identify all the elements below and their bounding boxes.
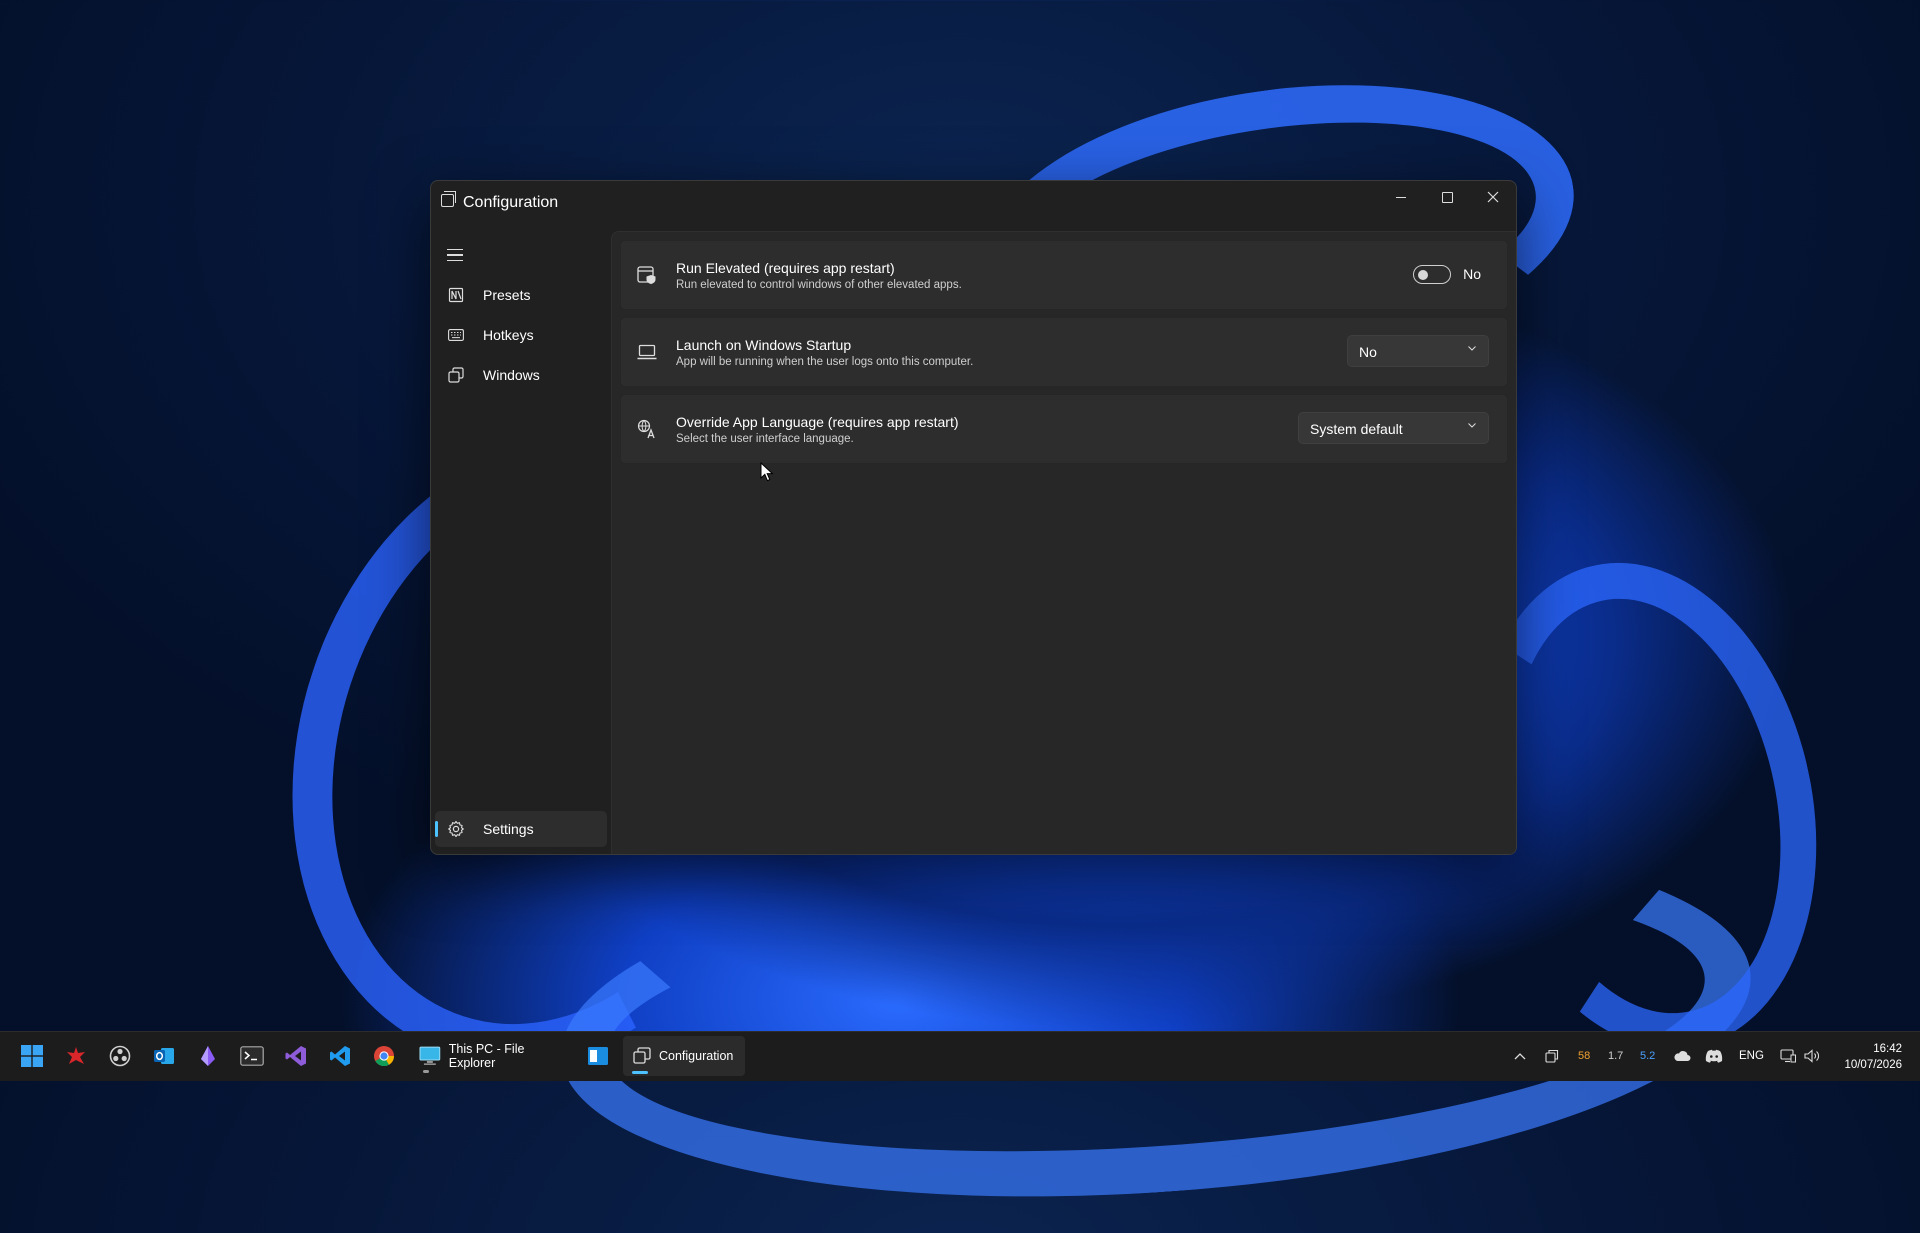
taskbar-configuration[interactable]: Configuration <box>623 1036 745 1076</box>
network-icon[interactable] <box>1776 1041 1800 1071</box>
sidebar-item-hotkeys[interactable]: Hotkeys <box>435 317 607 353</box>
app-blue-window-icon[interactable] <box>583 1041 613 1071</box>
maximize-icon <box>1441 191 1453 203</box>
app-red-icon[interactable] <box>61 1041 91 1071</box>
start-button[interactable] <box>17 1041 47 1071</box>
minimize-icon <box>1396 196 1406 198</box>
app-window-icon <box>441 191 456 207</box>
setting-description: Run elevated to control windows of other… <box>676 279 962 291</box>
taskbar-clock[interactable]: 16:42 10/07/2026 <box>1844 1041 1902 1073</box>
dropdown-value: No <box>1359 344 1377 360</box>
window-title: Configuration <box>463 194 559 211</box>
setting-description: App will be running when the user logs o… <box>676 356 974 368</box>
setting-title: Run Elevated (requires app restart) <box>676 260 895 276</box>
shield-window-icon <box>637 265 657 285</box>
show-hidden-icons-button[interactable] <box>1508 1041 1532 1071</box>
chevron-up-icon <box>1514 1053 1526 1060</box>
wallpaper-swirl <box>549 798 1763 1233</box>
volume-icon[interactable] <box>1800 1041 1824 1071</box>
windows-logo-icon <box>21 1045 43 1067</box>
language-dropdown[interactable]: System default <box>1298 412 1489 444</box>
hamburger-menu-icon[interactable] <box>447 249 463 262</box>
navigation-pane: Presets Hotkeys Windows Settings <box>431 231 611 854</box>
terminal-icon[interactable] <box>237 1041 267 1071</box>
language-icon <box>637 419 657 439</box>
taskbar: This PC - File Explorer Configuration 58… <box>0 1031 1920 1081</box>
run-elevated-toggle[interactable] <box>1413 265 1451 284</box>
visual-studio-icon[interactable] <box>281 1041 311 1071</box>
chevron-down-icon <box>1468 346 1476 351</box>
setting-card-override-language: Override App Language (requires app rest… <box>620 394 1508 464</box>
setting-title: Override App Language (requires app rest… <box>676 414 959 430</box>
outlook-icon[interactable] <box>149 1041 179 1071</box>
keyboard-icon <box>447 326 465 344</box>
input-language-indicator[interactable]: ENG <box>1739 1050 1764 1062</box>
maximize-button[interactable] <box>1424 181 1470 213</box>
tray-stat-gpu[interactable]: 5.2 <box>1640 1050 1655 1062</box>
taskbar-app-label: Configuration <box>659 1049 734 1063</box>
tray-stat-cpu[interactable]: 58 <box>1578 1050 1590 1062</box>
sidebar-item-label: Windows <box>483 367 540 383</box>
chrome-icon[interactable] <box>369 1041 399 1071</box>
this-pc-icon <box>419 1046 441 1065</box>
taskbar-file-explorer[interactable]: This PC - File Explorer <box>413 1036 573 1076</box>
configuration-app-icon <box>633 1047 651 1064</box>
mouse-cursor-icon <box>760 462 774 482</box>
taskbar-app-label: This PC - File Explorer <box>448 1042 525 1070</box>
dropdown-value: System default <box>1310 421 1403 437</box>
vscode-icon[interactable] <box>325 1041 355 1071</box>
obs-icon[interactable] <box>105 1041 135 1071</box>
setting-title: Launch on Windows Startup <box>676 337 852 353</box>
sidebar-item-presets[interactable]: Presets <box>435 277 607 313</box>
close-button[interactable] <box>1470 181 1516 213</box>
settings-page: Run Elevated (requires app restart) Run … <box>611 231 1516 854</box>
sidebar-item-label: Settings <box>483 821 534 837</box>
sidebar-item-windows[interactable]: Windows <box>435 357 607 393</box>
setting-card-run-elevated: Run Elevated (requires app restart) Run … <box>620 240 1508 310</box>
launch-on-startup-dropdown[interactable]: No <box>1347 335 1489 367</box>
discord-icon[interactable] <box>1702 1041 1726 1071</box>
toggle-state-label: No <box>1463 266 1481 282</box>
windows-stack-icon <box>447 366 465 384</box>
sidebar-item-label: Hotkeys <box>483 327 534 343</box>
gear-icon <box>447 820 465 838</box>
configuration-window: Configuration Presets Hotkeys Windows Se… <box>430 180 1517 855</box>
setting-description: Select the user interface language. <box>676 433 854 445</box>
sidebar-item-settings[interactable]: Settings <box>435 811 607 847</box>
chevron-down-icon <box>1468 423 1476 428</box>
setting-card-launch-on-startup: Launch on Windows Startup App will be ru… <box>620 317 1508 387</box>
clock-date: 10/07/2026 <box>1844 1059 1902 1071</box>
title-bar[interactable]: Configuration <box>431 181 1516 231</box>
presets-icon <box>447 286 465 304</box>
tray-stat-memory[interactable]: 1.7 <box>1608 1050 1623 1062</box>
clock-time: 16:42 <box>1873 1043 1902 1055</box>
tray-window-icon[interactable] <box>1540 1041 1564 1071</box>
close-icon <box>1487 191 1499 203</box>
sidebar-item-label: Presets <box>483 287 531 303</box>
onedrive-icon[interactable] <box>1670 1041 1694 1071</box>
app-purple-icon[interactable] <box>193 1041 223 1071</box>
minimize-button[interactable] <box>1378 181 1424 213</box>
laptop-icon <box>637 342 657 362</box>
